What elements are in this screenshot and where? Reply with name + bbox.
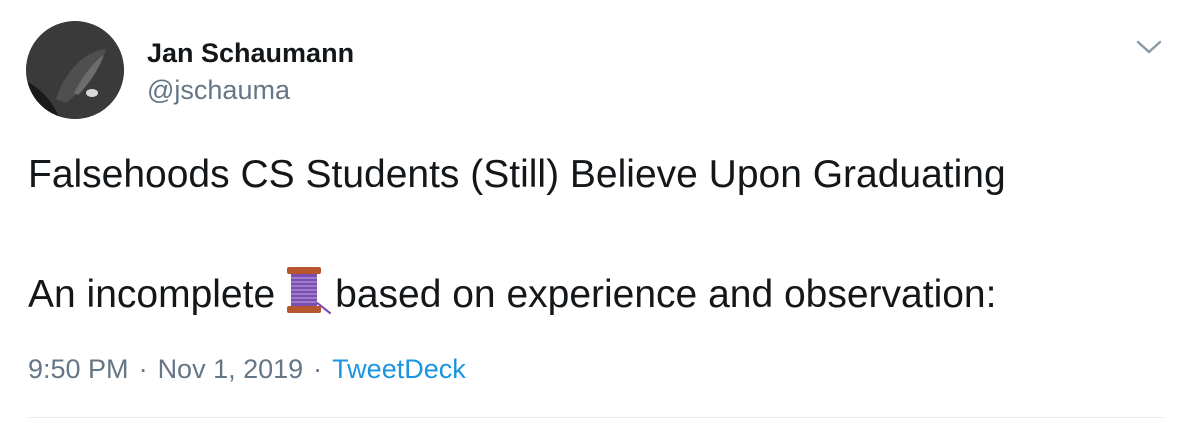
tweet-text: Falsehoods CS Students (Still) Believe U… <box>28 145 1168 325</box>
tweet-date[interactable]: Nov 1, 2019 <box>158 354 304 384</box>
tweet-text-line-2-start: An incomplete <box>28 273 276 316</box>
tweet-time[interactable]: 9:50 PM <box>28 354 129 384</box>
avatar[interactable] <box>26 21 124 119</box>
author-handle[interactable]: @jschauma <box>147 74 290 106</box>
meta-separator: · <box>313 354 323 384</box>
divider <box>28 417 1164 418</box>
thread-spool-icon <box>281 265 332 315</box>
tweet-text-line-2: An incomplete based on experience and ob… <box>28 265 1168 325</box>
chevron-down-icon[interactable] <box>1134 36 1164 58</box>
tweet-card: Jan Schaumann @jschauma Falsehoods CS St… <box>0 0 1186 426</box>
tweet-source-link[interactable]: TweetDeck <box>332 354 466 384</box>
tweet-text-line-1: Falsehoods CS Students (Still) Believe U… <box>28 153 1006 196</box>
tweet-text-line-2-end: based on experience and observation: <box>335 273 997 316</box>
tweet-metadata: 9:50 PM · Nov 1, 2019 · TweetDeck <box>28 352 466 386</box>
meta-separator: · <box>138 354 148 384</box>
avatar-image <box>26 21 124 119</box>
author-name[interactable]: Jan Schaumann <box>147 37 354 69</box>
